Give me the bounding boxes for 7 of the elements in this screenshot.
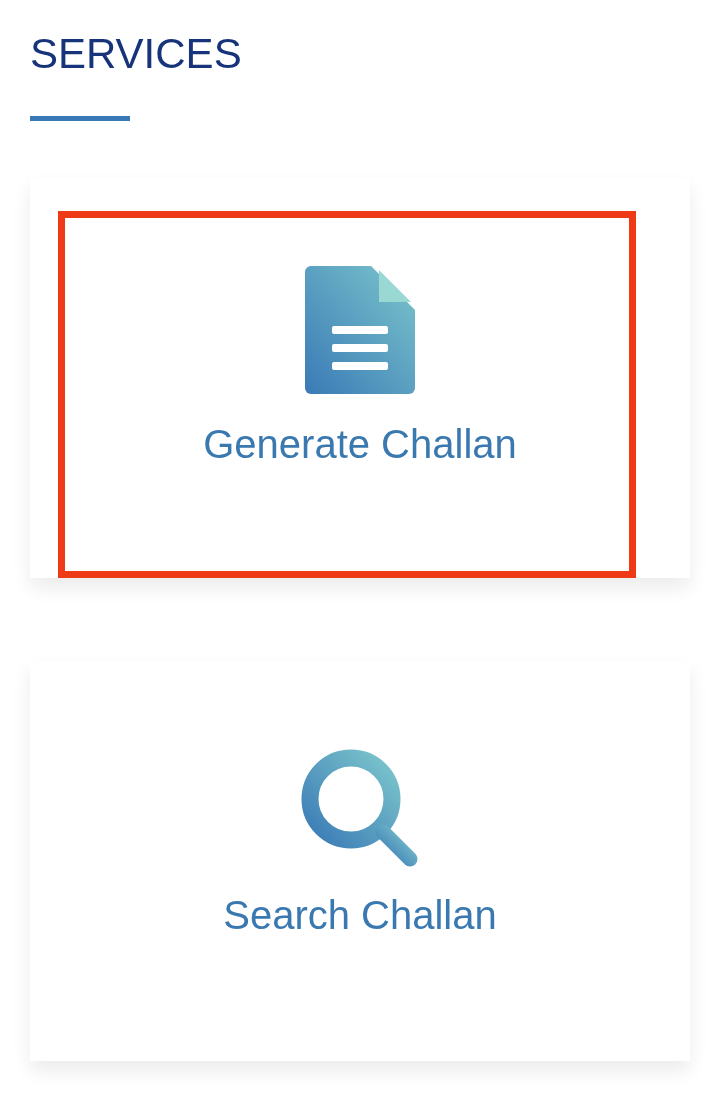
service-label: Generate Challan xyxy=(203,421,517,468)
document-icon xyxy=(305,266,415,394)
service-card[interactable]: Generate Challan xyxy=(30,178,690,578)
service-card[interactable]: Search Challan xyxy=(30,661,690,1061)
search-icon xyxy=(300,749,420,869)
service-label: Search Challan xyxy=(223,892,497,939)
section-title: SERVICES xyxy=(30,29,243,79)
